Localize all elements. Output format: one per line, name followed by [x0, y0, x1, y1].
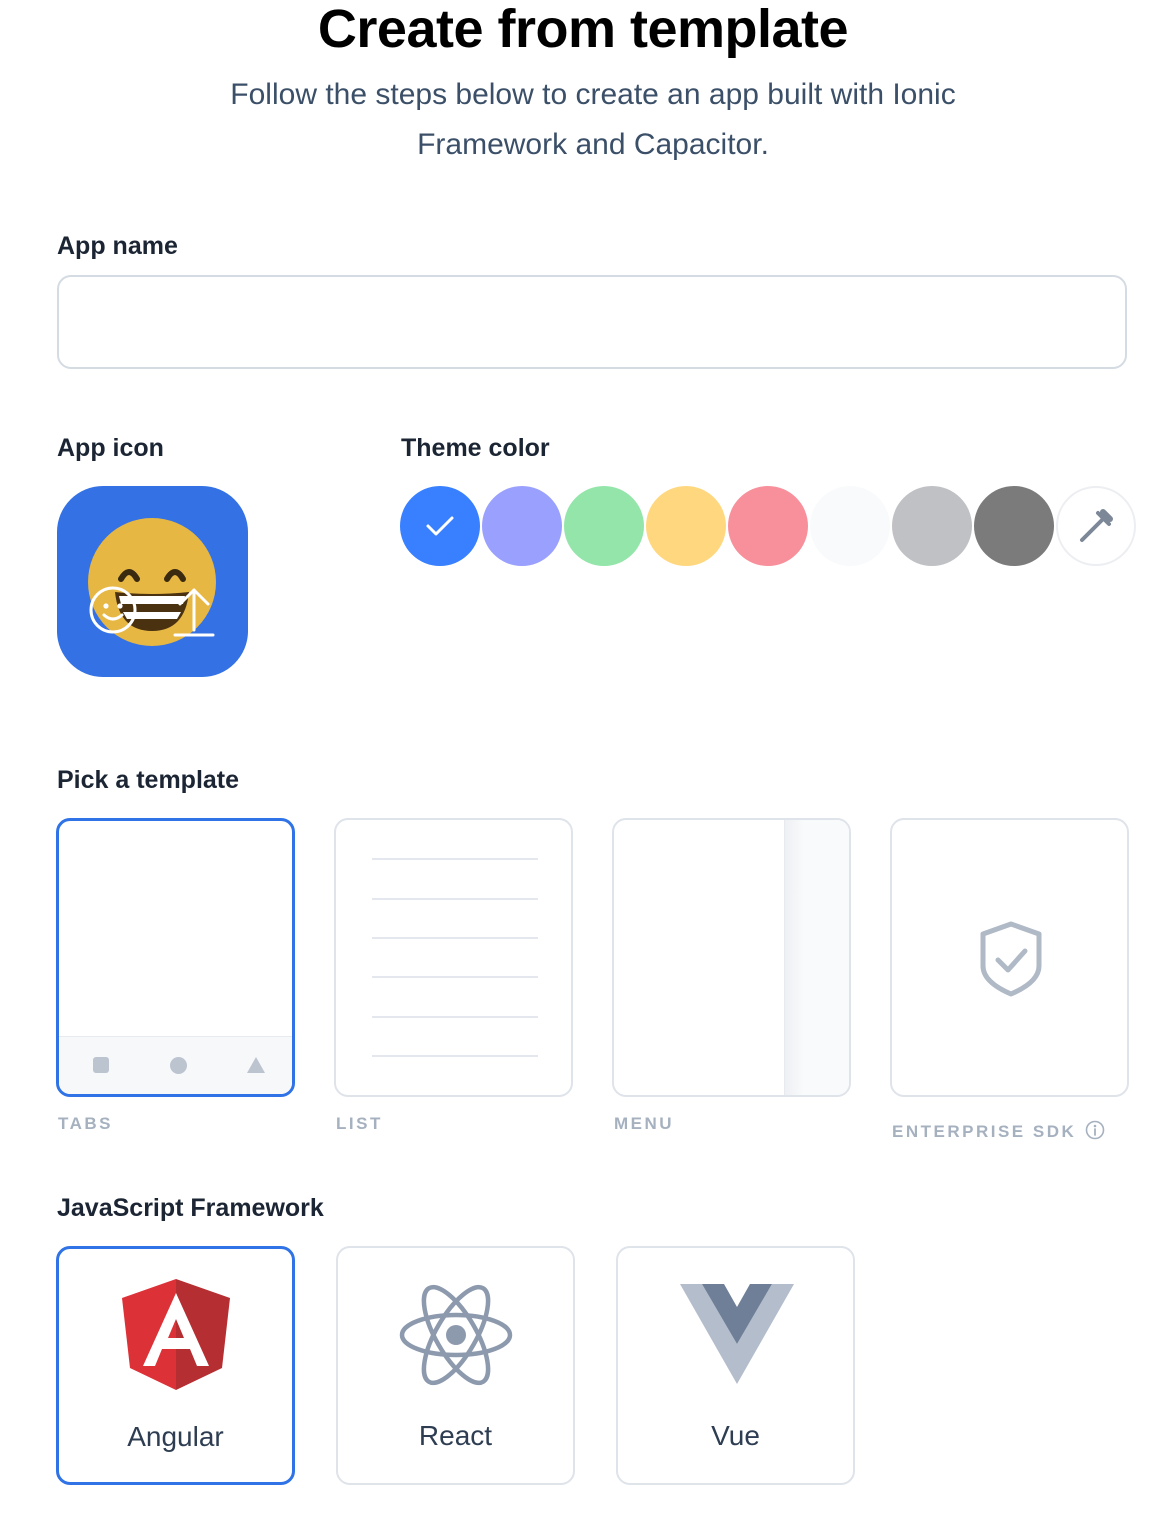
app-name-input[interactable] [57, 275, 1127, 369]
triangle-icon [247, 1057, 265, 1073]
app-icon-label: App icon [57, 434, 164, 462]
info-icon[interactable] [1085, 1120, 1105, 1140]
template-card-menu[interactable] [612, 818, 851, 1097]
vue-logo-icon [680, 1284, 794, 1384]
template-label-enterprise: ENTERPRISE SDK [892, 1120, 1105, 1142]
theme-color-swatch[interactable] [646, 486, 726, 566]
check-icon [426, 516, 454, 536]
eyedropper-icon [1080, 509, 1113, 542]
menu-preview-panel [784, 820, 849, 1095]
pick-template-label: Pick a template [57, 766, 240, 794]
list-preview-line [372, 1055, 538, 1057]
subtitle-line-2: Framework and Capacitor. [417, 128, 769, 161]
framework-name-angular: Angular [127, 1421, 224, 1452]
theme-color-label: Theme color [401, 434, 550, 462]
theme-color-swatch[interactable] [810, 486, 890, 566]
subtitle-line-1: Follow the steps below to create an app … [230, 78, 956, 111]
list-preview-line [372, 898, 538, 900]
framework-name-vue: Vue [711, 1420, 760, 1451]
theme-color-swatch[interactable] [892, 486, 972, 566]
list-preview-line [372, 937, 538, 939]
theme-color-swatch[interactable] [482, 486, 562, 566]
list-preview-line [372, 1016, 538, 1018]
template-label-menu: MENU [614, 1114, 675, 1133]
template-card-enterprise[interactable] [890, 818, 1129, 1097]
framework-label: JavaScript Framework [57, 1194, 324, 1222]
emoji-picker-icon[interactable] [83, 580, 143, 640]
theme-color-swatch[interactable] [400, 486, 480, 566]
list-preview-line [372, 976, 538, 978]
angular-logo-icon [122, 1279, 230, 1390]
framework-card-vue[interactable]: Vue [616, 1246, 855, 1485]
tab-bar-preview [59, 1036, 292, 1094]
page-title: Create from template [317, 0, 849, 59]
theme-color-swatch[interactable] [728, 486, 808, 566]
theme-color-swatch[interactable] [974, 486, 1054, 566]
react-logo-icon [399, 1284, 513, 1386]
app-name-label: App name [57, 232, 178, 260]
page-subtitle: Follow the steps below to create an app … [183, 70, 1003, 170]
app-icon-picker[interactable] [57, 486, 248, 677]
list-preview-line [372, 858, 538, 860]
circle-icon [170, 1057, 187, 1074]
theme-color-swatch[interactable] [564, 486, 644, 566]
square-icon [93, 1057, 109, 1073]
template-label-list: LIST [336, 1114, 383, 1133]
template-card-tabs[interactable] [56, 818, 295, 1097]
custom-color-button[interactable] [1056, 486, 1136, 566]
shield-check-icon [980, 921, 1042, 997]
enterprise-label-text: ENTERPRISE SDK [892, 1122, 1077, 1141]
template-label-tabs: TABS [58, 1114, 114, 1133]
upload-icon[interactable] [169, 580, 219, 640]
template-card-list[interactable] [334, 818, 573, 1097]
framework-name-react: React [418, 1420, 493, 1451]
framework-card-angular[interactable]: Angular [56, 1246, 295, 1485]
framework-card-react[interactable]: React [336, 1246, 575, 1485]
